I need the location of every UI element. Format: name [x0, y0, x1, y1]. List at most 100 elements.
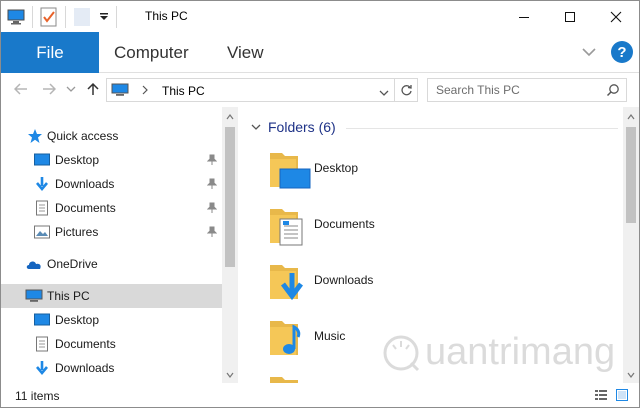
new-folder-icon[interactable]: [69, 4, 95, 30]
status-bar: 11 items: [1, 383, 639, 407]
pictures-icon: [33, 224, 51, 240]
maximize-button[interactable]: [547, 1, 593, 32]
folder-label: Music: [314, 329, 346, 343]
breadcrumb-separator-icon[interactable]: [141, 83, 149, 100]
nav-quick-access[interactable]: Quick access: [1, 124, 222, 148]
desktop-icon: [33, 152, 51, 168]
scroll-down-arrow-icon: [226, 372, 234, 378]
address-history-chevron-icon[interactable]: [379, 86, 389, 100]
star-icon: [26, 128, 44, 144]
this-pc-icon: [111, 83, 129, 100]
close-button[interactable]: [593, 1, 639, 32]
nav-label: Quick access: [47, 129, 119, 143]
refresh-button[interactable]: [394, 78, 418, 102]
quick-access-toolbar: [3, 1, 120, 32]
properties-icon[interactable]: [36, 4, 62, 30]
breadcrumb-this-pc[interactable]: This PC: [162, 84, 205, 98]
nav-quick-pictures[interactable]: Pictures: [1, 220, 222, 244]
folders-group-header[interactable]: Folders (6): [250, 119, 336, 135]
folder-label: Desktop: [314, 161, 359, 175]
back-arrow-icon[interactable]: [13, 81, 29, 97]
folder-label: Documents: [314, 217, 375, 231]
toolbar-divider: [65, 5, 66, 28]
pin-icon[interactable]: [206, 154, 218, 169]
nav-label: Desktop: [55, 313, 100, 327]
toolbar-divider: [32, 5, 33, 28]
music-folder-icon: [270, 321, 301, 355]
details-view-icon[interactable]: [594, 388, 608, 402]
file-explorer-window: This PC File Computer View ? This PC Sea…: [0, 0, 640, 408]
nav-pc-downloads[interactable]: Downloads: [1, 356, 222, 380]
nav-label: Downloads: [55, 361, 115, 375]
nav-scrollbar[interactable]: [222, 107, 238, 383]
up-arrow-icon[interactable]: [85, 81, 101, 97]
recent-locations-chevron-icon[interactable]: [63, 81, 79, 97]
group-title: Folders (6): [268, 119, 336, 135]
address-bar[interactable]: This PC: [106, 78, 418, 102]
downloads-folder-icon: [270, 265, 303, 301]
nav-label: This PC: [47, 289, 90, 303]
folder-label: Downloads: [314, 273, 374, 287]
download-arrow-icon: [33, 360, 51, 376]
pin-icon[interactable]: [206, 178, 218, 193]
folder-documents[interactable]: Documents: [268, 201, 418, 249]
tab-computer[interactable]: Computer: [114, 32, 189, 73]
minimize-button[interactable]: [501, 1, 547, 32]
item-count: 11 items: [15, 389, 60, 403]
search-icon[interactable]: [606, 83, 620, 100]
this-pc-icon: [25, 288, 43, 304]
address-row: This PC: [1, 73, 639, 107]
scroll-up-arrow-icon: [226, 114, 234, 120]
scroll-up-arrow-icon: [627, 114, 635, 120]
scroll-thumb[interactable]: [626, 127, 636, 223]
folder-downloads[interactable]: Downloads: [268, 257, 418, 305]
window-title: This PC: [145, 9, 188, 23]
large-icons-view-icon[interactable]: [615, 388, 629, 402]
search-input[interactable]: [428, 79, 598, 101]
watermark-logo-icon: [383, 335, 420, 371]
nav-label: Documents: [55, 337, 116, 351]
document-icon: [33, 200, 51, 216]
nav-quick-downloads[interactable]: Downloads: [1, 172, 222, 196]
help-icon[interactable]: ?: [611, 41, 633, 63]
refresh-icon: [400, 84, 412, 95]
title-bar: This PC: [1, 1, 639, 32]
nav-quick-desktop[interactable]: Desktop: [1, 148, 222, 172]
desktop-icon: [33, 312, 51, 328]
nav-label: Pictures: [55, 225, 99, 239]
download-arrow-icon: [33, 176, 51, 192]
nav-label: OneDrive: [47, 257, 98, 271]
expand-ribbon-chevron-icon[interactable]: [579, 42, 599, 62]
nav-pc-documents[interactable]: Documents: [1, 332, 222, 356]
nav-quick-documents[interactable]: Documents: [1, 196, 222, 220]
ribbon: File Computer View ?: [1, 32, 639, 73]
nav-pc-desktop[interactable]: Desktop: [1, 308, 222, 332]
customize-toolbar-icon[interactable]: [95, 4, 113, 30]
tab-view[interactable]: View: [227, 32, 264, 73]
document-icon: [33, 336, 51, 352]
pin-icon[interactable]: [206, 202, 218, 217]
watermark: uantrimang: [381, 331, 615, 374]
computer-icon[interactable]: [3, 4, 29, 30]
desktop-folder-icon: [270, 153, 311, 189]
toolbar-divider: [116, 5, 117, 28]
scroll-thumb[interactable]: [225, 127, 235, 267]
group-divider: [346, 128, 618, 129]
group-collapse-chevron-icon: [251, 124, 261, 130]
nav-label: Documents: [55, 201, 116, 215]
forward-arrow-icon[interactable]: [41, 81, 57, 97]
cloud-icon: [25, 256, 43, 272]
pin-icon[interactable]: [206, 226, 218, 241]
scroll-down-arrow-icon: [627, 372, 635, 378]
navigation-pane: Quick access Desktop Downloads Documents: [1, 107, 238, 383]
documents-folder-icon: [270, 209, 303, 246]
search-box[interactable]: [427, 78, 627, 102]
nav-onedrive[interactable]: OneDrive: [1, 252, 222, 276]
nav-label: Downloads: [55, 177, 115, 191]
watermark-text: uantrimang: [425, 331, 616, 373]
content-scrollbar[interactable]: [623, 107, 639, 383]
nav-this-pc[interactable]: This PC: [1, 284, 222, 308]
folder-desktop[interactable]: Desktop: [268, 145, 418, 193]
folder-icon: [270, 377, 298, 383]
tab-file[interactable]: File: [1, 32, 99, 73]
